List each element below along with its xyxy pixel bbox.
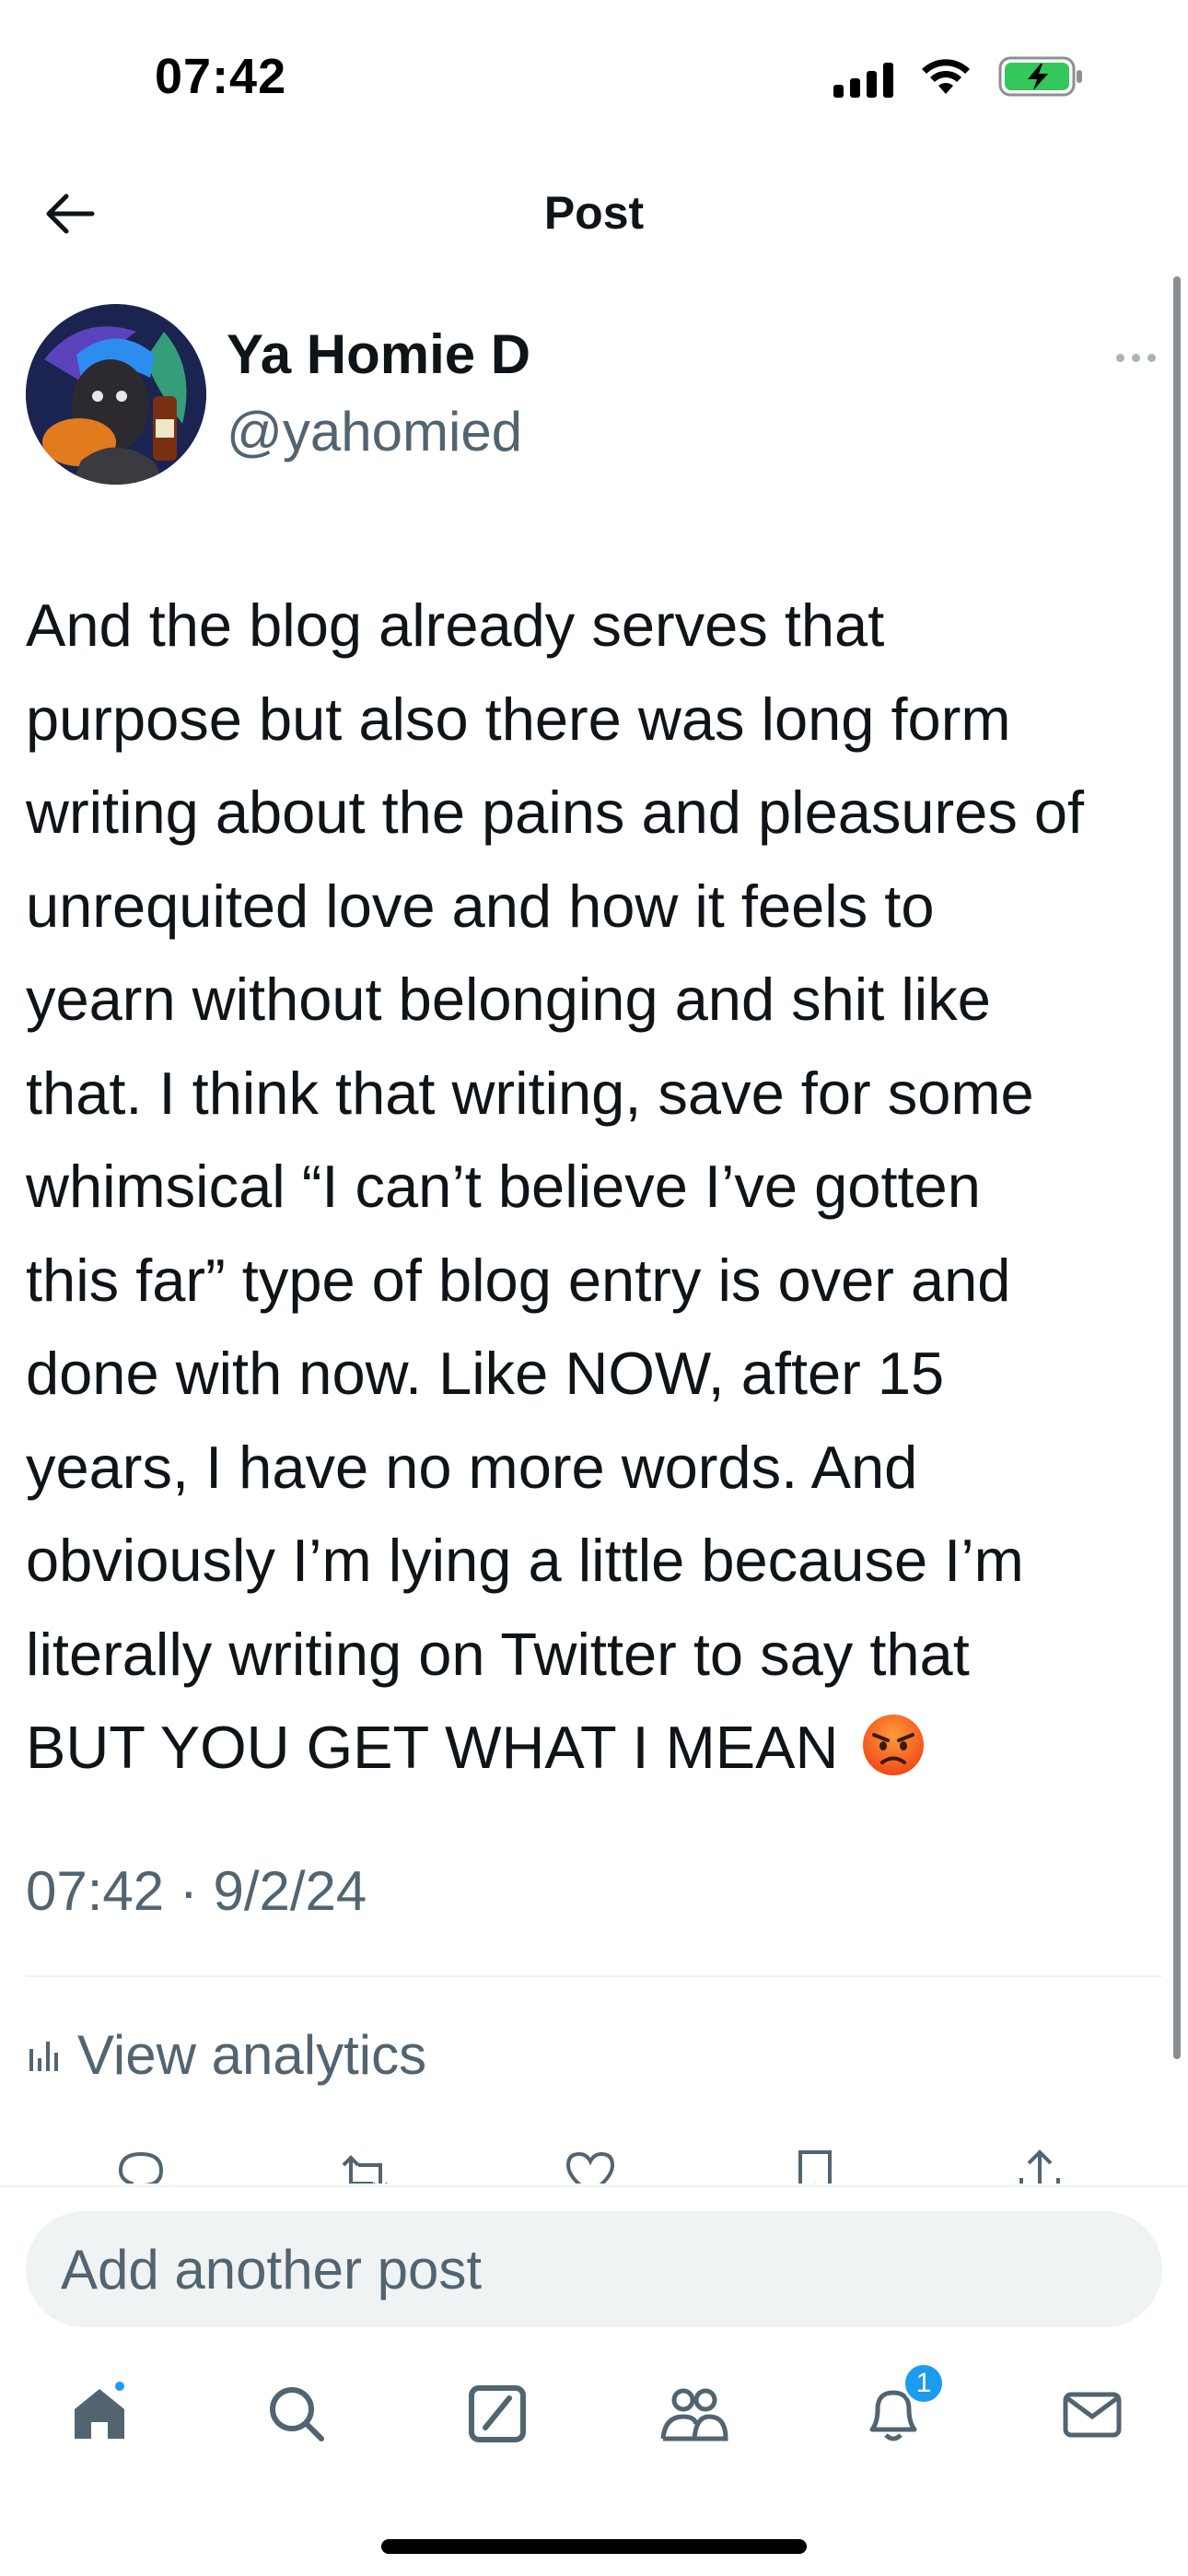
signal-icon <box>833 61 893 98</box>
post-line: obviously I’m lying a little because I’m <box>26 1527 1024 1594</box>
post-detail-screen: 07:42 Post Ya Homie D @yahomied And the … <box>0 0 1188 2576</box>
home-notification-dot <box>112 2379 127 2394</box>
communities-icon <box>660 2388 728 2441</box>
search-icon <box>270 2387 324 2441</box>
post-actions <box>0 2147 1188 2184</box>
home-indicator[interactable] <box>381 2539 807 2554</box>
author-handle[interactable]: @yahomied <box>227 400 522 463</box>
tab-notifications[interactable]: 1 <box>847 2362 945 2460</box>
post-line: literally writing on Twitter to say that <box>26 1620 970 1688</box>
post-line: And the blog already serves that <box>26 591 885 659</box>
heart-icon[interactable] <box>558 2147 623 2184</box>
post-timestamp: 07:42 · 9/2/24 <box>26 1860 367 1922</box>
grok-icon <box>469 2385 526 2442</box>
view-analytics-button[interactable]: View analytics <box>26 2018 426 2091</box>
notification-badge: 1 <box>903 2362 945 2405</box>
post-author: Ya Homie D @yahomied <box>26 304 1168 488</box>
repost-icon[interactable] <box>333 2147 398 2184</box>
tab-messages[interactable] <box>1046 2368 1138 2460</box>
avatar[interactable] <box>26 304 206 485</box>
bookmark-icon[interactable] <box>783 2147 847 2184</box>
add-post-input[interactable]: Add another post <box>26 2211 1162 2327</box>
status-icons <box>833 55 1085 102</box>
post-line: BUT YOU GET WHAT I MEAN <box>26 1714 839 1781</box>
divider <box>26 1975 1162 1977</box>
reply-icon[interactable] <box>109 2147 173 2184</box>
tab-home[interactable] <box>53 2368 146 2460</box>
battery-charging-icon <box>998 55 1085 102</box>
author-name[interactable]: Ya Homie D <box>227 322 530 386</box>
post-line: years, I have no more words. And <box>26 1433 918 1501</box>
angry-face-emoji <box>861 1710 926 1804</box>
more-horizontal-icon[interactable] <box>1103 339 1168 376</box>
tab-communities[interactable] <box>648 2368 740 2460</box>
tab-grok[interactable] <box>451 2368 543 2460</box>
post-line: this far” type of blog entry is over and <box>26 1246 1011 1314</box>
page-title: Post <box>543 187 645 239</box>
post-line: purpose but also there was long form <box>26 685 1011 753</box>
post-line: unrequited love and how it feels to <box>26 872 935 940</box>
post-line: done with now. Like NOW, after 15 <box>26 1340 945 1407</box>
post-line: whimsical “I can’t believe I’ve gotten <box>26 1153 981 1220</box>
post-line-last: BUT YOU GET WHAT I MEAN <box>26 1701 1168 1804</box>
post-line: writing about the pains and pleasures of <box>26 779 1085 846</box>
status-bar: 07:42 <box>0 0 1188 157</box>
wifi-icon <box>919 57 973 100</box>
compose-area: Add another post <box>0 2185 1188 2342</box>
analytics-bars-icon <box>29 2042 58 2071</box>
header: Post <box>0 166 1188 258</box>
status-time: 07:42 <box>155 49 287 104</box>
post-line: that. I think that writing, save for som… <box>26 1059 1034 1127</box>
tab-search[interactable] <box>250 2368 343 2460</box>
share-icon[interactable] <box>1007 2147 1072 2184</box>
mail-icon <box>1063 2392 1122 2438</box>
post-text: And the blog already serves that purpose… <box>26 579 1168 1804</box>
scroll-indicator[interactable] <box>1173 276 1181 2059</box>
post-line: yearn without belonging and shit like <box>26 966 991 1033</box>
tab-bar: 1 <box>0 2362 1188 2460</box>
analytics-label: View analytics <box>77 2023 427 2086</box>
